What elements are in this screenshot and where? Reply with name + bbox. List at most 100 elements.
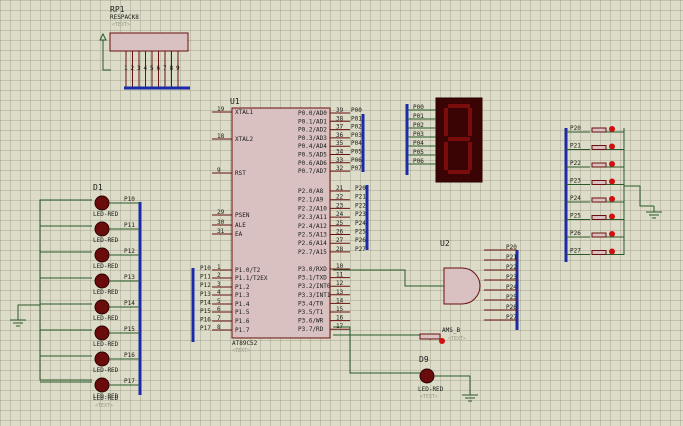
rp1-pins: 123456789 <box>124 51 180 88</box>
u1-pin-name: P2.0/A8 <box>298 188 324 195</box>
u1-pin-name: P3.2/INT0 <box>298 283 331 290</box>
net-label: P07 <box>351 165 362 172</box>
u1-pin-name: P0.7/AD7 <box>298 168 327 175</box>
switch-probe <box>609 231 615 237</box>
u1-pin-number: 25 <box>336 220 344 227</box>
led-part-label: LED-RED <box>93 289 119 296</box>
u1-pin-name: P0.3/AD3 <box>298 135 327 142</box>
u1-pin-number: 12 <box>336 280 344 287</box>
u1-pin-number: 23 <box>336 202 344 209</box>
u1-pin-number: 13 <box>336 289 344 296</box>
button-body <box>419 333 441 340</box>
u1-pin-number: 8 <box>217 324 221 331</box>
d9-led[interactable]: D9 LED-RED <TEXT> <box>418 355 478 402</box>
u1-pin-name: P0.4/AD4 <box>298 143 327 150</box>
u1-pin-name: P1.7 <box>235 327 250 334</box>
led-icon <box>94 377 110 393</box>
u1-pin-name: P1.5 <box>235 309 250 316</box>
u1-pin-number: 7 <box>217 315 221 322</box>
net-label: P17 <box>200 325 211 332</box>
u1-pin-number: 14 <box>336 297 344 304</box>
net-label: P23 <box>355 211 366 218</box>
rp1-pin-number: 3 <box>137 65 141 72</box>
switch-label: P26 <box>570 230 581 237</box>
u1-pin-name: P3.5/T1 <box>298 309 324 316</box>
switch-body <box>591 145 607 150</box>
u2-input-label: P22 <box>506 264 517 271</box>
schematic-canvas: RP1 RESPACK8 <TEXT> 123456789 U1 AT89C52… <box>10 5 662 409</box>
rp1-pin-number: 6 <box>157 65 161 72</box>
u1-pin-name: EA <box>235 231 243 238</box>
net-label: P12 <box>200 282 211 289</box>
net-label: P05 <box>351 149 362 156</box>
display-pin-label: P05 <box>413 149 424 156</box>
u1-pin-name: P3.0/RXD <box>298 266 327 273</box>
u1-pin-number: 24 <box>336 211 344 218</box>
switch-body <box>591 127 607 133</box>
led-part-label: LED-RED <box>93 341 119 348</box>
seven-segment-display[interactable]: P00 P01 P02 P03 P04 P05 P06 <box>405 97 483 183</box>
u1-pin-name: P1.6 <box>235 318 250 325</box>
u1-pin-name: P3.3/INT1 <box>298 292 331 299</box>
rp1-pin-number: 8 <box>170 65 174 72</box>
u1-pin-number: 36 <box>336 132 344 139</box>
switch-label: P20 <box>570 125 581 132</box>
u1-pin-name: P1.0/T2 <box>235 267 261 274</box>
u1-pin-number: 34 <box>336 149 344 156</box>
net-label: P03 <box>351 132 362 139</box>
display-pin-label: P00 <box>413 104 424 111</box>
rp1-pin-number: 2 <box>131 65 135 72</box>
switch-label: P23 <box>570 178 581 185</box>
switch-label: P25 <box>570 213 581 220</box>
led-icon <box>94 351 110 367</box>
d1-ref: D1 <box>93 183 103 192</box>
rp1-resistor-pack[interactable]: RP1 RESPACK8 <TEXT> 123456789 <box>99 5 190 90</box>
led-icon <box>94 325 110 341</box>
net-label: P27 <box>355 246 366 253</box>
net-label: P11 <box>200 274 211 281</box>
u1-pin-name: P2.7/A15 <box>298 249 327 256</box>
u1-pin-name: P0.6/AD6 <box>298 160 327 167</box>
u1-pin-number: 15 <box>336 306 344 313</box>
p1-net-labels: P10 P11P12 P13P14 P15 P16P17 <box>200 265 211 332</box>
d9-part: LED-RED <box>418 386 444 393</box>
rp1-part: RESPACK8 <box>110 14 139 21</box>
led-icon <box>94 221 110 237</box>
switch-body <box>591 197 607 203</box>
u1-pin-name: P3.4/T0 <box>298 300 324 307</box>
d9-ref: D9 <box>419 355 429 364</box>
display-pin-label: P01 <box>413 113 424 120</box>
led-part-label: LED-RED <box>93 263 119 270</box>
u1-pin-name: P1.4 <box>235 301 250 308</box>
u1-pin-number: 28 <box>336 246 344 253</box>
switch-probe <box>609 161 615 167</box>
switch-body <box>591 162 607 168</box>
u2-input-label: P24 <box>506 284 517 291</box>
u1-pin-name: P3.1/TXD <box>298 275 327 282</box>
u1-pin-number: 21 <box>336 185 344 192</box>
u1-pin-name: P3.6/WR <box>298 318 324 325</box>
u1-pin-name: P2.3/A11 <box>298 214 327 221</box>
u2-input-label: P23 <box>506 274 517 281</box>
u1-pin-name: P2.2/A10 <box>298 205 327 212</box>
d1-led-bar[interactable]: D1 P10 LED-RED P11 LED-RED P12 LED-RED P13 LED-… <box>10 183 142 409</box>
push-button[interactable]: AMS_B <TEXT> <box>333 326 466 374</box>
led-icon <box>94 299 110 315</box>
u1-pin-name: P3.7/RD <box>298 326 324 333</box>
net-label: P24 <box>355 220 366 227</box>
u1-pin-name: P2.6/A14 <box>298 240 327 247</box>
u1-microcontroller[interactable]: U1 AT89C52 <TEXT> 19 XTAL118 XTAL29 RST29 PS… <box>212 97 350 354</box>
u1-pin-number: 16 <box>336 315 344 322</box>
d1-common-wire <box>39 199 92 381</box>
display-pin-label: P06 <box>413 158 424 165</box>
u1-pin-name: XTAL2 <box>235 136 253 143</box>
net-label: P06 <box>351 157 362 164</box>
led-net-label: P15 <box>124 326 135 333</box>
d1-part: LED-RED <box>93 395 119 402</box>
switch-bank[interactable]: P20 P21 P22 P23 P24 P25 P26 P27 <box>564 125 662 262</box>
net-label: P20 <box>355 185 366 192</box>
u1-pin-name: PSEN <box>235 212 250 219</box>
d9-body <box>419 368 435 384</box>
switch-label: P24 <box>570 195 581 202</box>
u1-part: AT89C52 <box>232 340 258 347</box>
